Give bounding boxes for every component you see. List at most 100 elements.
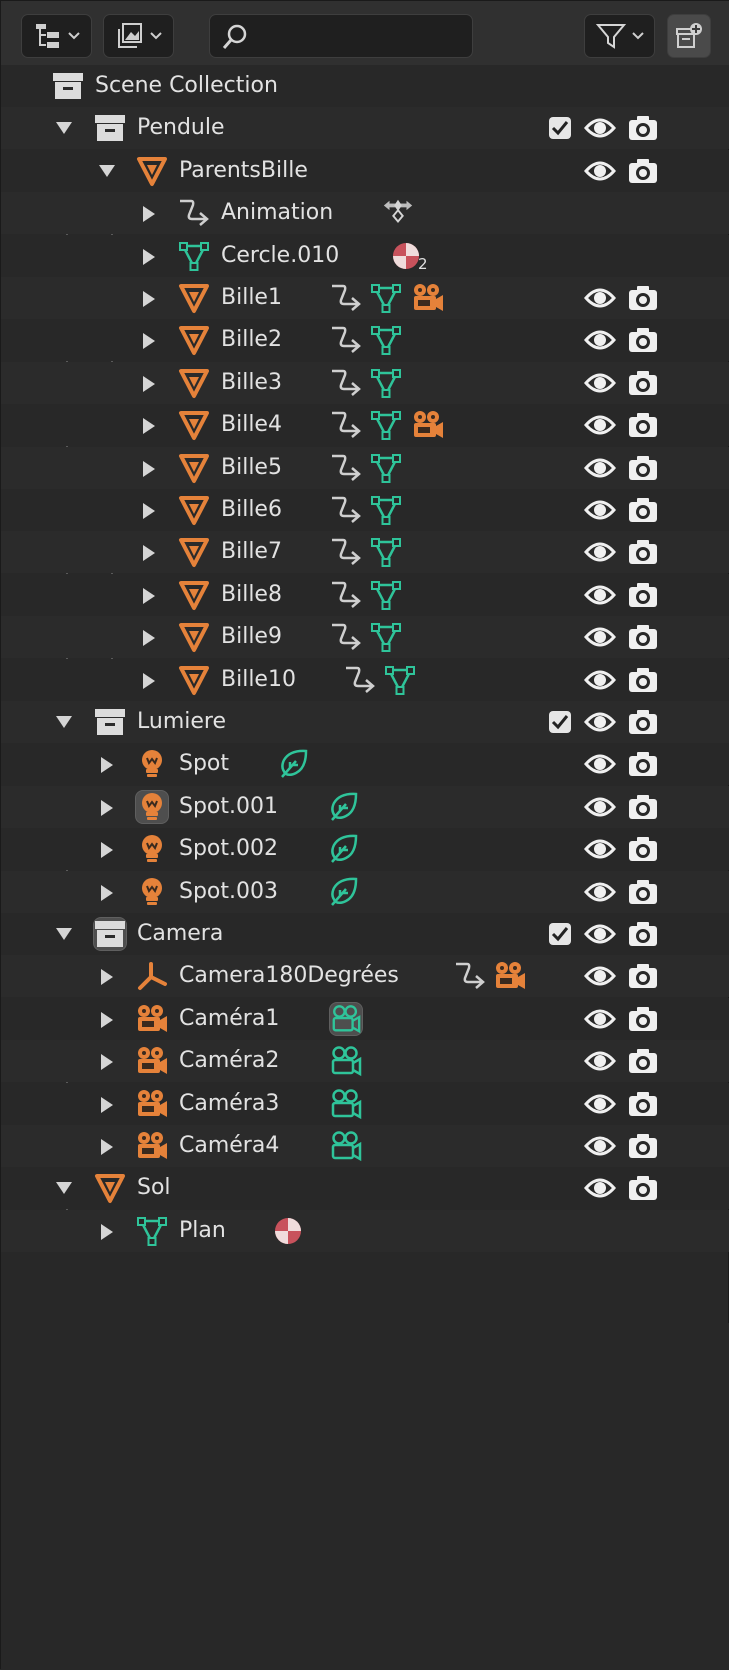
render-camera-icon[interactable] [626,705,660,739]
render-camera-icon[interactable] [626,111,660,145]
light-data-icon[interactable] [277,747,311,781]
expand-arrow-open-icon[interactable] [56,716,72,728]
expand-arrow-closed-icon[interactable] [143,587,155,604]
render-camera-icon[interactable] [626,1171,660,1205]
expand-arrow-open-icon[interactable] [99,164,115,177]
render-camera-icon[interactable] [626,1044,660,1078]
mesh-data-icon[interactable] [369,493,403,527]
expand-arrow-open-icon[interactable] [56,928,72,940]
animation-icon[interactable] [329,408,363,442]
mesh-data-icon[interactable] [369,535,403,569]
expand-arrow-closed-icon[interactable] [143,672,155,689]
render-camera-icon[interactable] [626,578,660,612]
object-row-camera3[interactable]: Caméra3 [1,1082,729,1125]
animation-icon[interactable] [329,323,363,357]
expand-arrow-closed-icon[interactable] [143,333,155,350]
render-camera-icon[interactable] [626,366,660,400]
collection-row-lumiere[interactable]: Lumiere [1,701,729,743]
expand-arrow-closed-icon[interactable] [143,503,155,519]
expand-arrow-closed-icon[interactable] [143,206,155,223]
eye-icon[interactable] [583,1087,617,1121]
object-row-bille4[interactable]: Bille4 [1,404,729,447]
render-camera-icon[interactable] [626,535,660,569]
eye-icon[interactable] [583,1002,617,1036]
camera-object-icon[interactable] [135,1087,169,1121]
camera-object-icon[interactable] [493,959,527,993]
expand-arrow-closed-icon[interactable] [101,799,113,816]
mesh-data-icon[interactable] [369,578,403,612]
animation-icon[interactable] [453,959,487,993]
exclude-checkbox[interactable] [549,117,571,140]
mesh-object-icon[interactable] [93,1171,127,1205]
expand-arrow-closed-icon[interactable] [101,969,113,986]
eye-icon[interactable] [583,790,617,824]
search-input[interactable] [258,21,467,53]
eye-icon[interactable] [583,1129,617,1163]
mesh-data-icon[interactable] [369,281,403,315]
object-row-camera180degrees[interactable]: Camera180Degrées [1,955,729,998]
object-row-camera1[interactable]: Caméra1 [1,997,729,1040]
expand-arrow-closed-icon[interactable] [143,375,155,392]
new-collection-button[interactable] [667,14,711,58]
expand-arrow-closed-icon[interactable] [101,757,113,774]
expand-arrow-closed-icon[interactable] [143,418,155,435]
mesh-data-icon[interactable] [369,408,403,442]
object-row-spot003[interactable]: Spot.003 [1,870,729,913]
object-row-bille5[interactable]: Bille5 [1,446,729,489]
animation-icon[interactable] [329,451,363,485]
light-data-icon[interactable] [327,790,361,824]
render-camera-icon[interactable] [626,323,660,357]
light-object-icon[interactable] [135,789,169,824]
mesh-object-icon[interactable] [177,366,211,400]
object-row-camera2[interactable]: Caméra2 [1,1040,729,1083]
object-row-spot001[interactable]: Spot.001 [1,785,729,828]
camera-object-icon[interactable] [411,281,445,315]
collection-icon[interactable] [93,111,127,145]
render-camera-icon[interactable] [626,408,660,442]
object-row-bille6[interactable]: Bille6 [1,489,729,531]
keyframe-icon[interactable] [381,196,415,230]
object-row-bille3[interactable]: Bille3 [1,361,729,404]
eye-icon[interactable] [583,323,617,357]
render-camera-icon[interactable] [626,832,660,866]
render-camera-icon[interactable] [626,747,660,781]
object-row-bille8[interactable]: Bille8 [1,573,729,616]
hierarchy-icon[interactable] [177,196,211,230]
search-field[interactable] [209,14,473,58]
expand-arrow-closed-icon[interactable] [101,1139,113,1155]
expand-arrow-open-icon[interactable] [56,122,72,135]
animation-icon[interactable] [329,620,363,654]
expand-arrow-closed-icon[interactable] [101,1223,113,1240]
filter-dropdown[interactable] [584,14,655,58]
camera-object-icon[interactable] [135,1129,169,1163]
eye-icon[interactable] [583,747,617,781]
mesh-object-icon[interactable] [177,663,211,697]
camera-data-icon[interactable] [329,1129,363,1163]
render-camera-icon[interactable] [626,281,660,315]
collection-row-pendule[interactable]: Pendule [1,107,729,150]
camera-object-icon[interactable] [135,1044,169,1078]
mesh-data-icon[interactable] [369,451,403,485]
render-camera-icon[interactable] [626,959,660,993]
light-data-icon[interactable] [327,875,361,909]
object-row-parentsbille[interactable]: ParentsBille [1,149,729,192]
animation-icon[interactable] [343,663,377,697]
filter-view-dropdown[interactable] [103,14,174,58]
object-row-spot[interactable]: Spot [1,743,729,786]
expand-arrow-closed-icon[interactable] [143,291,155,307]
eye-icon[interactable] [583,875,617,909]
light-object-icon[interactable] [135,875,169,909]
mesh-object-icon[interactable] [177,493,211,527]
object-row-sol[interactable]: Sol [1,1167,729,1210]
eye-icon[interactable] [583,832,617,866]
render-camera-icon[interactable] [626,875,660,909]
expand-arrow-closed-icon[interactable] [101,884,113,901]
animation-icon[interactable] [329,535,363,569]
render-camera-icon[interactable] [626,1002,660,1036]
object-row-bille7[interactable]: Bille7 [1,531,729,574]
eye-icon[interactable] [583,366,617,400]
mesh-data-icon[interactable] [177,239,211,273]
mesh-data-icon[interactable] [383,663,417,697]
eye-icon[interactable] [583,959,617,993]
empty-object-icon[interactable] [135,959,169,993]
